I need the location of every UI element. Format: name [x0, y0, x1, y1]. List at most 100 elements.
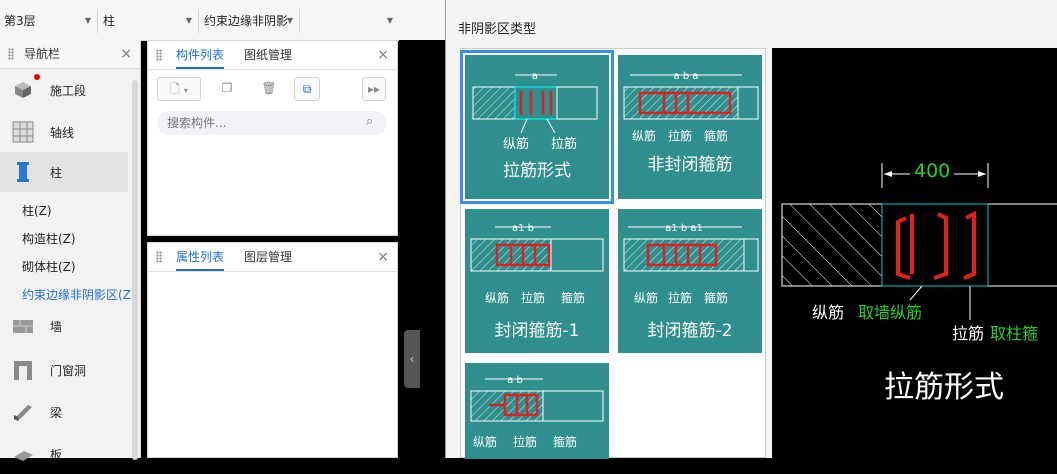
card-caption: 拉筋形式	[503, 161, 571, 181]
nav-header: 导航栏 ×	[0, 40, 140, 69]
beam-icon	[14, 405, 32, 421]
chevron-left-icon: ‹	[409, 352, 415, 366]
close-icon[interactable]: ×	[377, 243, 389, 271]
nav-item-label: 板	[50, 448, 63, 462]
trash-icon: 🗑	[261, 81, 277, 95]
close-icon[interactable]: ×	[377, 41, 389, 69]
type-card-closed-stirrup-3[interactable]: a b 纵筋 拉筋 箍筋	[465, 363, 609, 459]
new-component-button[interactable]: 🗋 ▾	[157, 77, 201, 101]
dim-label: a b a	[674, 71, 699, 82]
type-card-tie-form[interactable]: a 纵筋 拉筋 拉筋形式	[460, 50, 614, 204]
label-stirrup: 箍筋	[561, 291, 586, 305]
label-longitudinal: 纵筋	[503, 137, 530, 152]
type-card-open-stirrup[interactable]: a b a 纵筋 拉筋 箍筋 非封闭箍筋	[618, 55, 762, 199]
nav-item-label: 门窗洞	[50, 364, 87, 378]
search-icon: ⌕	[366, 114, 374, 129]
preview-longitudinal-label: 纵筋	[812, 303, 845, 322]
non-shadow-type-dialog: 非阴影区类型 a 纵筋 拉筋 拉筋形式 a b a 纵筋 拉筋 箍筋 非封闭箍筋…	[445, 0, 1057, 459]
nav-item-label: 墙	[50, 320, 63, 334]
nav-item-door-window[interactable]: 门窗洞	[0, 350, 128, 390]
subtype-select[interactable]: 约束边缘非阴影 ▼	[200, 9, 300, 33]
dim-label: a b	[507, 375, 523, 386]
dim-label: a1 b	[512, 223, 534, 234]
nav-item-wall[interactable]: 墙	[0, 306, 128, 346]
drag-handle-icon[interactable]	[8, 48, 14, 60]
label-tie: 拉筋	[668, 129, 693, 143]
label-longitudinal: 纵筋	[632, 129, 657, 143]
nav-title: 导航栏	[24, 47, 61, 61]
label-longitudinal: 纵筋	[485, 291, 510, 305]
nav-item-label: 施工段	[50, 84, 87, 98]
type-grid: a 纵筋 拉筋 拉筋形式 a b a 纵筋 拉筋 箍筋 非封闭箍筋 a1 b 纵…	[460, 48, 766, 459]
label-tie: 拉筋	[551, 137, 578, 152]
drawing-canvas[interactable]	[399, 40, 446, 458]
tab-property-list[interactable]: 属性列表	[176, 243, 225, 271]
nav-item-construction-segment[interactable]: 施工段	[0, 70, 128, 110]
category-select[interactable]: 柱 ▼	[99, 9, 199, 33]
delete-button[interactable]: 🗑	[256, 77, 282, 101]
subtype-select-value: 约束边缘非阴影	[204, 14, 289, 28]
type-preview-canvas: 400 纵筋 取墙纵筋 拉筋 取柱箍 拉筋形式	[772, 48, 1057, 458]
tab-drawing-management[interactable]: 图纸管理	[244, 41, 292, 69]
wall-icon	[13, 320, 33, 333]
search-input[interactable]	[157, 111, 387, 135]
column-icon	[17, 162, 29, 182]
chevron-down-icon: ▼	[386, 16, 393, 25]
tab-component-list[interactable]: 构件列表	[176, 41, 225, 69]
label-tie: 拉筋	[513, 435, 538, 449]
label-tie: 拉筋	[521, 291, 546, 305]
nav-subitem-masonry-column[interactable]: 砌体柱(Z)	[22, 258, 76, 275]
nav-item-slab[interactable]: 板	[0, 434, 128, 474]
preview-caption: 拉筋形式	[884, 370, 1004, 405]
nav-item-label: 梁	[50, 406, 63, 420]
duplicate-icon: ⧉	[302, 82, 312, 96]
nav-item-beam[interactable]: 梁	[0, 392, 128, 432]
double-chevron-right-icon: ▸▸	[367, 82, 381, 96]
nav-item-label: 轴线	[50, 126, 75, 140]
preview-tie-label: 拉筋	[952, 324, 985, 343]
close-icon[interactable]: ×	[120, 40, 132, 68]
tab-layer-management[interactable]: 图层管理	[244, 243, 292, 271]
nav-subitem-boundary-non-shadow[interactable]: 约束边缘非阴影区(Z	[22, 286, 131, 303]
grid-icon	[12, 121, 34, 143]
extra-select[interactable]: ▼	[301, 9, 399, 33]
slab-icon	[14, 451, 33, 461]
divider	[148, 69, 397, 70]
chevron-down-icon: ▼	[185, 16, 192, 25]
nav-item-axis[interactable]: 轴线	[0, 112, 128, 152]
label-longitudinal: 纵筋	[473, 435, 498, 449]
collapse-panel-button[interactable]: ‹	[404, 330, 420, 388]
notification-dot	[34, 74, 40, 80]
nav-subitem-structural-column[interactable]: 构造柱(Z)	[22, 230, 76, 247]
label-stirrup: 箍筋	[553, 435, 578, 449]
drag-handle-icon[interactable]	[156, 49, 162, 61]
type-card-closed-stirrup-2[interactable]: a1 b a1 纵筋 拉筋 箍筋 封闭箍筋-2	[618, 209, 762, 353]
nav-item-column[interactable]: 柱	[0, 152, 128, 192]
drag-handle-icon[interactable]	[156, 251, 162, 263]
card-caption: 封闭箍筋-1	[494, 321, 580, 341]
copy-button[interactable]: ❐	[214, 77, 240, 101]
nav-subitem-column-z[interactable]: 柱(Z)	[22, 202, 52, 219]
property-list-panel: 属性列表 图层管理 ×	[147, 242, 398, 458]
nav-item-label: 柱	[50, 166, 63, 180]
more-button[interactable]: ▸▸	[362, 77, 386, 101]
preview-tie-value: 取柱箍	[990, 324, 1039, 343]
component-list-panel: 构件列表 图纸管理 × 🗋▾ ❐ 🗑 ⧉ ▸▸ ⌕	[147, 40, 398, 236]
label-stirrup: 箍筋	[704, 129, 729, 143]
new-file-icon: 🗋	[170, 82, 180, 96]
label-tie: 拉筋	[668, 291, 693, 305]
cube-icon	[15, 82, 31, 98]
chevron-down-icon: ▼	[286, 16, 293, 25]
divider	[148, 271, 397, 272]
type-card-closed-stirrup-1[interactable]: a1 b 纵筋 拉筋 箍筋 封闭箍筋-1	[465, 209, 609, 353]
copy-icon: ❐	[221, 81, 233, 95]
chevron-down-icon: ▾	[183, 86, 188, 95]
nav-scrollbar[interactable]	[132, 80, 138, 460]
duplicate-button[interactable]: ⧉	[294, 77, 320, 101]
floor-select[interactable]: 第3层 ▼	[0, 9, 98, 33]
label-stirrup: 箍筋	[704, 291, 729, 305]
floor-select-value: 第3层	[4, 14, 36, 28]
category-select-value: 柱	[103, 14, 116, 28]
dim-label: a	[532, 71, 538, 82]
dim-label: a1 b a1	[665, 223, 703, 234]
